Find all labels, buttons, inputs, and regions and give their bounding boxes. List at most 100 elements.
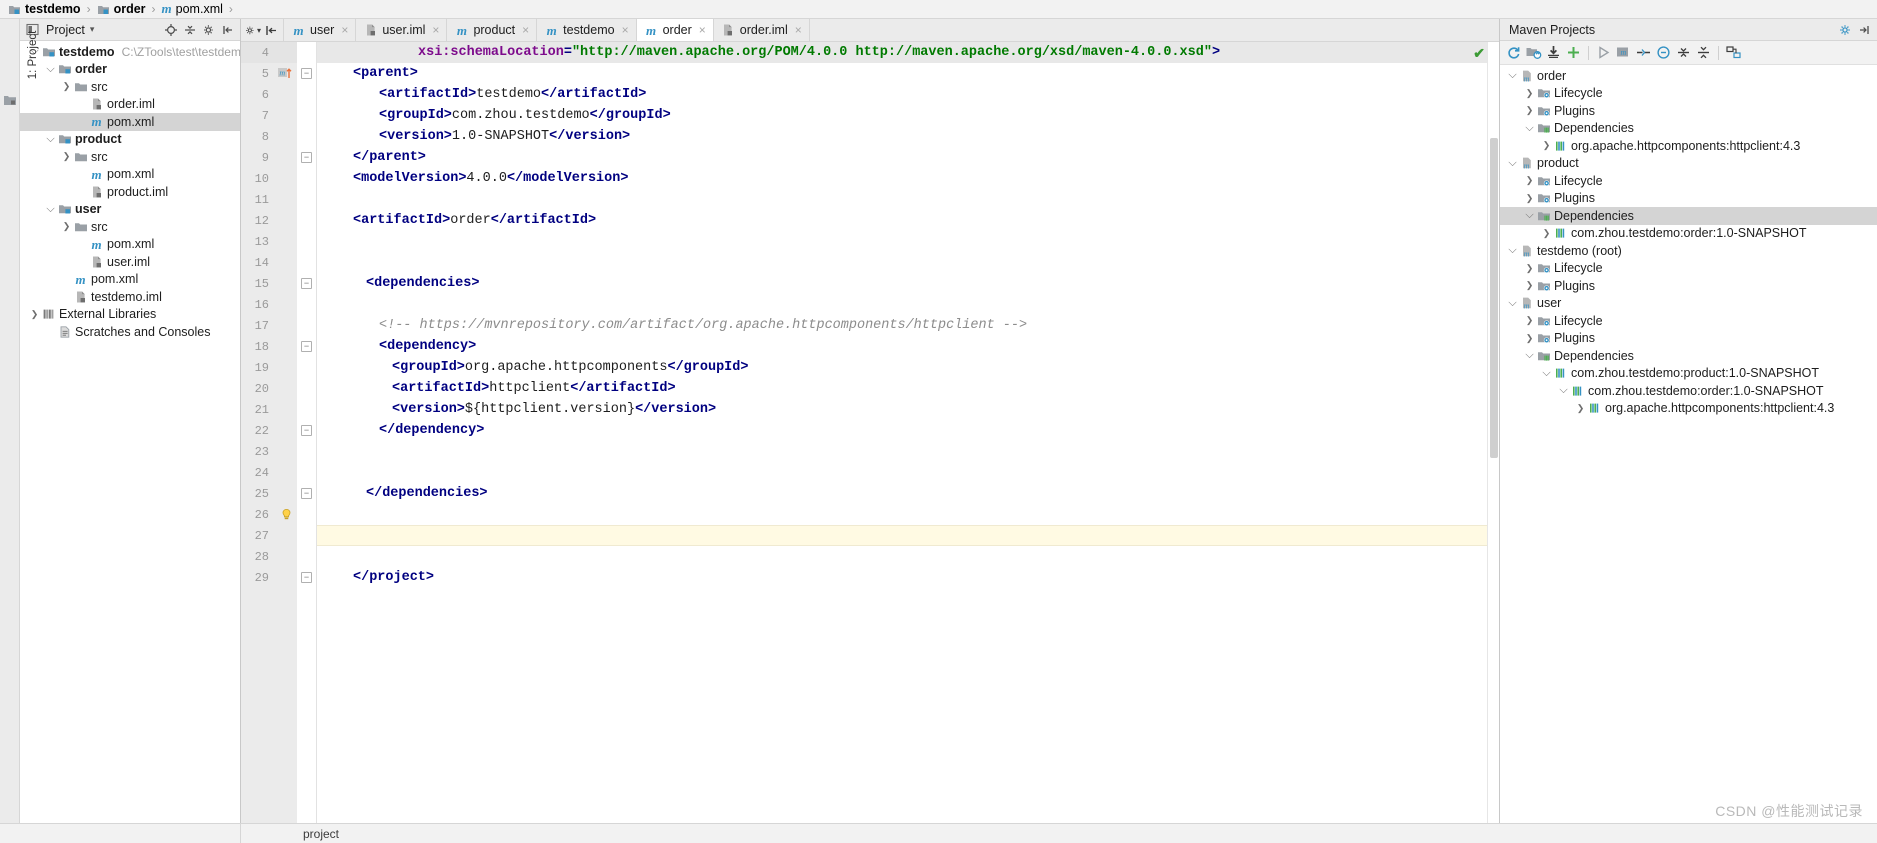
chevron-right-icon[interactable]: ❯ [1523, 280, 1536, 291]
editor-tab-order[interactable]: m order × [636, 19, 714, 41]
collapse-all-icon[interactable] [182, 22, 197, 37]
hide-icon[interactable] [1856, 22, 1871, 37]
maven-tree-item-dependencies[interactable]: ⌵ Dependencies [1500, 120, 1877, 138]
project-tree-item-order-iml[interactable]: order.iml [20, 96, 240, 114]
maven-m-icon[interactable]: m [275, 66, 297, 82]
chevron-right-icon[interactable]: ❯ [1523, 88, 1536, 99]
close-icon[interactable]: × [699, 23, 706, 37]
chevron-right-icon[interactable]: ❯ [1574, 403, 1587, 414]
fold-collapse-icon[interactable]: − [301, 425, 312, 436]
gear-icon[interactable] [1837, 22, 1852, 37]
fold-row[interactable] [297, 294, 316, 315]
fold-collapse-icon[interactable]: − [301, 572, 312, 583]
fold-row[interactable] [297, 462, 316, 483]
project-tree-item-testdemo[interactable]: ⌵ testdemo C:\ZTools\test\testdemo [20, 43, 240, 61]
fold-row[interactable] [297, 42, 316, 63]
chevron-down-icon[interactable]: ▾ [90, 24, 95, 35]
fold-row[interactable]: − [297, 567, 316, 588]
gutter-row[interactable]: 5m [241, 63, 297, 84]
project-tree-item-src[interactable]: ❯ src [20, 148, 240, 166]
fold-row[interactable] [297, 315, 316, 336]
project-tree-item-external-libraries[interactable]: ❯ External Libraries [20, 306, 240, 324]
maven-tree-item-lifecycle[interactable]: ❯ Lifecycle [1500, 85, 1877, 103]
project-tree-item-pom-xml[interactable]: m pom.xml [20, 166, 240, 184]
code-line[interactable] [317, 189, 1487, 210]
project-tree-item-product-iml[interactable]: product.iml [20, 183, 240, 201]
inspection-ok-icon[interactable]: ✔ [1473, 45, 1485, 62]
editor-tab-testdemo[interactable]: m testdemo × [537, 19, 637, 41]
fold-row[interactable]: − [297, 147, 316, 168]
maven-tree-item-org-apache-httpcomponents-httpclient-4-3[interactable]: ❯ org.apache.httpcomponents:httpclient:4.… [1500, 400, 1877, 418]
code-line[interactable]: <!-- https://mvnrepository.com/artifact/… [317, 315, 1487, 336]
fold-row[interactable] [297, 105, 316, 126]
chevron-down-icon[interactable]: ⌵ [44, 203, 57, 216]
project-tree-item-pom-xml[interactable]: m pom.xml [20, 113, 240, 131]
project-tree-item-order[interactable]: ⌵ order [20, 61, 240, 79]
gutter-row[interactable]: 4 [241, 42, 297, 63]
fold-collapse-icon[interactable]: − [301, 278, 312, 289]
chevron-right-icon[interactable]: ❯ [28, 309, 41, 320]
chevron-right-icon[interactable]: ❯ [1523, 263, 1536, 274]
maven-tree-item-com-zhou-testdemo-order-1-0-snapshot[interactable]: ❯ com.zhou.testdemo:order:1.0-SNAPSHOT [1500, 225, 1877, 243]
code-line[interactable]: <version> 1.0-SNAPSHOT </version> [317, 126, 1487, 147]
maven-tree-item-plugins[interactable]: ❯ Plugins [1500, 277, 1877, 295]
chevron-down-icon[interactable]: ⌵ [44, 133, 57, 146]
chevron-down-icon[interactable]: ⌵ [1523, 122, 1536, 135]
breadcrumb-item-order[interactable]: order [95, 2, 148, 16]
maven-tree-item-plugins[interactable]: ❯ Plugins [1500, 102, 1877, 120]
project-tree-item-user-iml[interactable]: user.iml [20, 253, 240, 271]
code-content[interactable]: xsi:schemaLocation = "http://maven.apache.… [317, 42, 1487, 823]
code-line[interactable]: xsi:schemaLocation = "http://maven.apache.… [317, 42, 1487, 63]
code-line[interactable] [317, 462, 1487, 483]
fold-row[interactable] [297, 189, 316, 210]
maven-tree-item-order[interactable]: ⌵ m order [1500, 67, 1877, 85]
fold-row[interactable] [297, 525, 316, 546]
project-tree[interactable]: ⌵ testdemo C:\ZTools\test\testdemo ⌵ order ❯ s… [20, 41, 240, 823]
fold-row[interactable]: − [297, 483, 316, 504]
close-icon[interactable]: × [432, 23, 439, 37]
fold-row[interactable]: − [297, 273, 316, 294]
chevron-right-icon[interactable]: ❯ [60, 221, 73, 232]
editor-gutter[interactable]: 4 5 m 6 7 8 9 10 11 12 13 14 15 16 17 18 19 20 21 22 23 24 25 2… [241, 42, 297, 823]
expand-entry-points-icon[interactable] [263, 22, 279, 38]
gutter-row[interactable]: 20 [241, 378, 297, 399]
editor-tab-user-iml[interactable]: user.iml × [356, 19, 448, 41]
maven-tree-item-testdemo-root-[interactable]: ⌵ m testdemo (root) [1500, 242, 1877, 260]
code-line[interactable]: <artifactId> httpclient </artifactId> [317, 378, 1487, 399]
fold-row[interactable] [297, 126, 316, 147]
chevron-right-icon[interactable]: ❯ [1540, 228, 1553, 239]
code-line[interactable]: <artifactId> testdemo </artifactId> [317, 84, 1487, 105]
close-icon[interactable]: × [622, 23, 629, 37]
maven-toolbar[interactable]: m [1500, 41, 1877, 65]
code-line[interactable]: </parent> [317, 147, 1487, 168]
gutter-row[interactable]: 7 [241, 105, 297, 126]
scrollbar-thumb[interactable] [1490, 138, 1498, 458]
fold-collapse-icon[interactable]: − [301, 488, 312, 499]
chevron-down-icon[interactable]: ⌵ [44, 63, 57, 76]
gutter-row[interactable]: 28 [241, 546, 297, 567]
project-tree-item-pom-xml[interactable]: m pom.xml [20, 271, 240, 289]
chevron-right-icon[interactable]: ❯ [60, 151, 73, 162]
code-line[interactable] [317, 525, 1487, 546]
fold-row[interactable]: − [297, 336, 316, 357]
project-tree-item-testdemo-iml[interactable]: testdemo.iml [20, 288, 240, 306]
gutter-row[interactable]: 9 [241, 147, 297, 168]
chevron-right-icon[interactable]: ❯ [60, 81, 73, 92]
gutter-row[interactable]: 6 [241, 84, 297, 105]
add-maven-project-icon[interactable] [1564, 43, 1583, 62]
project-tree-item-pom-xml[interactable]: m pom.xml [20, 236, 240, 254]
collapse-all-icon[interactable] [1674, 43, 1693, 62]
intention-bulb-icon[interactable] [275, 508, 297, 522]
chevron-down-icon[interactable]: ⌵ [1506, 69, 1519, 82]
code-line[interactable]: <version> ${httpclient.version} </version> [317, 399, 1487, 420]
gutter-row[interactable]: 18 [241, 336, 297, 357]
fold-row[interactable] [297, 504, 316, 525]
maven-tree-item-com-zhou-testdemo-order-1-0-snapshot[interactable]: ⌵ com.zhou.testdemo:order:1.0-SNAPSHOT [1500, 382, 1877, 400]
maven-tree-item-dependencies[interactable]: ⌵ Dependencies [1500, 207, 1877, 225]
fold-collapse-icon[interactable]: − [301, 68, 312, 79]
gutter-row[interactable]: 13 [241, 231, 297, 252]
maven-tree-item-com-zhou-testdemo-product-1-0-snapshot[interactable]: ⌵ com.zhou.testdemo:product:1.0-SNAPSHOT [1500, 365, 1877, 383]
chevron-right-icon[interactable]: ❯ [1523, 105, 1536, 116]
show-diagram-icon[interactable] [1724, 43, 1743, 62]
code-line[interactable] [317, 546, 1487, 567]
